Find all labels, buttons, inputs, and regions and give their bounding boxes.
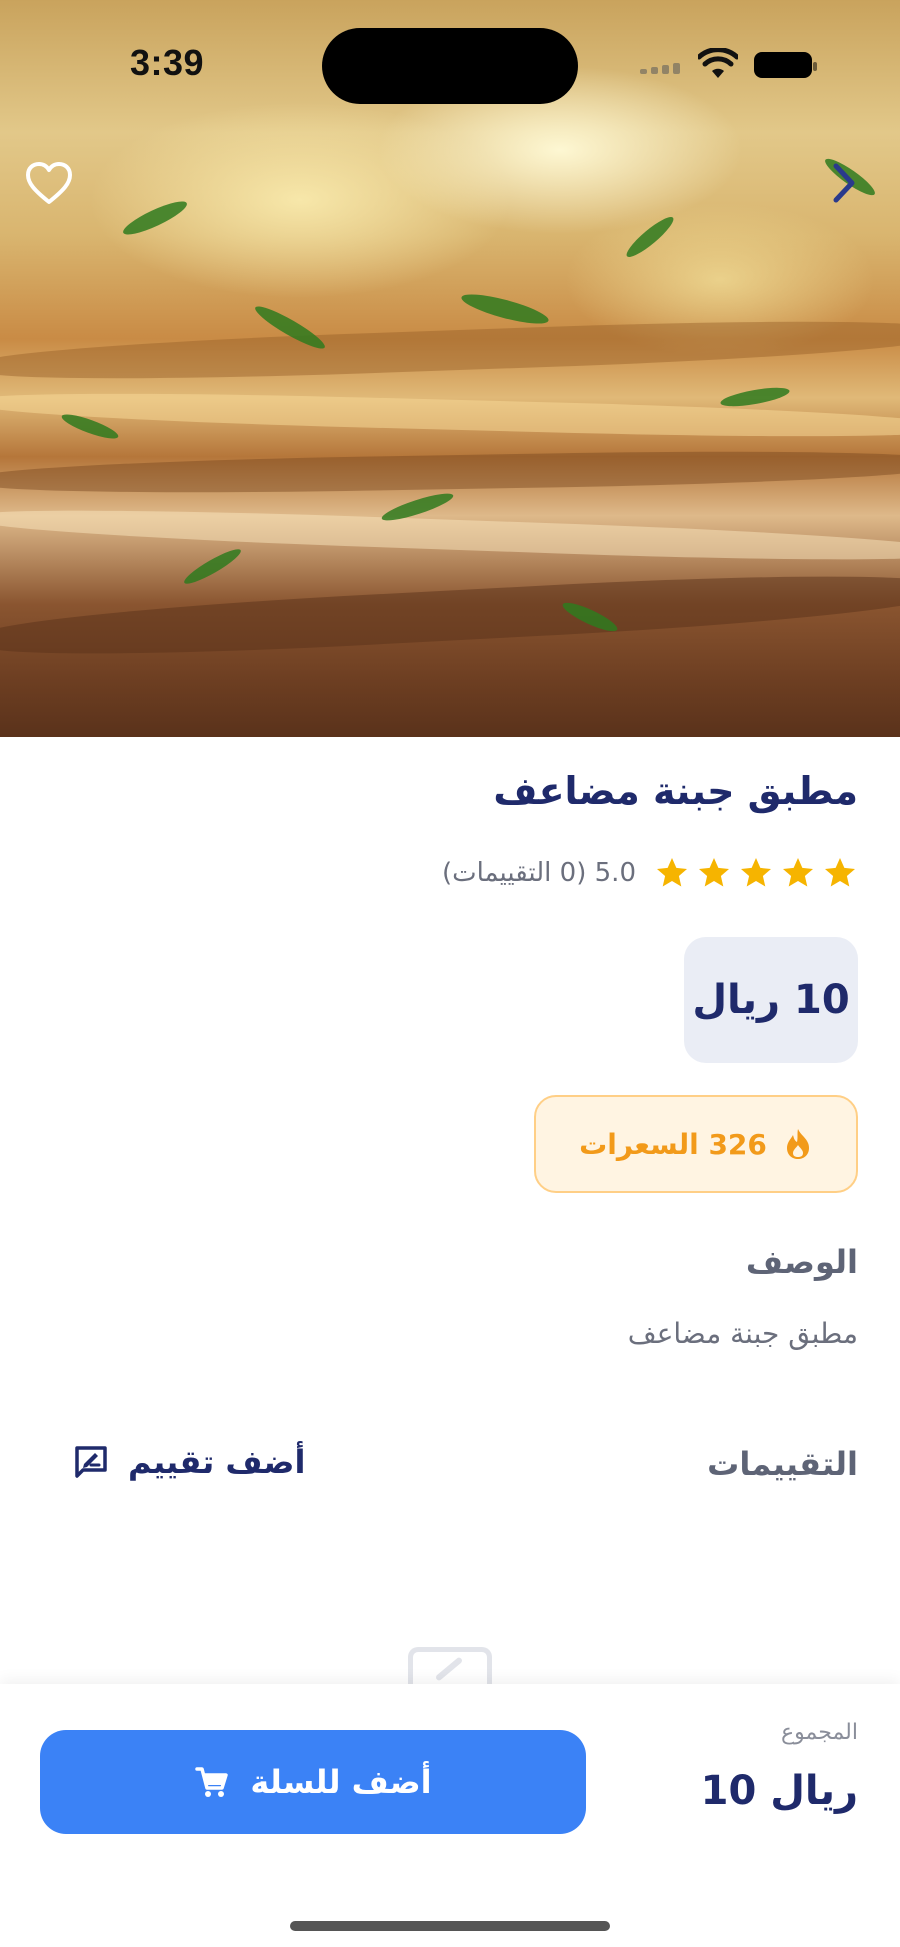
calories-text: 326 السعرات bbox=[579, 1127, 767, 1161]
rate-review-icon bbox=[75, 1446, 107, 1478]
star-icon bbox=[741, 858, 771, 887]
star-icon bbox=[783, 858, 813, 887]
total-value: 10 ريال bbox=[700, 1768, 858, 1814]
home-indicator[interactable] bbox=[290, 1921, 610, 1931]
calories-badge: 326 السعرات bbox=[534, 1095, 858, 1193]
image-herb bbox=[719, 384, 791, 410]
star-icon bbox=[825, 858, 855, 887]
add-to-cart-button[interactable]: أضف للسلة bbox=[40, 1730, 586, 1834]
image-layer bbox=[0, 313, 900, 387]
image-layer bbox=[0, 446, 900, 498]
image-herb bbox=[119, 195, 191, 241]
product-hero-image bbox=[0, 0, 900, 737]
price-badge: 10 ريال bbox=[684, 937, 858, 1063]
wifi-icon bbox=[698, 48, 738, 78]
product-title: مطبق جبنة مضاعف bbox=[493, 769, 858, 813]
star-icon bbox=[657, 858, 687, 887]
favorite-heart-icon[interactable] bbox=[24, 160, 74, 206]
image-layer bbox=[0, 503, 900, 567]
image-herb bbox=[622, 212, 678, 262]
description-heading: الوصف bbox=[745, 1243, 858, 1281]
image-herb bbox=[459, 288, 551, 330]
back-chevron-icon[interactable] bbox=[826, 160, 862, 206]
reviews-heading: التقييمات bbox=[707, 1445, 858, 1483]
add-to-cart-label: أضف للسلة bbox=[250, 1763, 432, 1801]
dynamic-island bbox=[322, 28, 578, 104]
image-layer bbox=[0, 564, 900, 666]
battery-icon bbox=[754, 52, 817, 78]
description-text: مطبق جبنة مضاعف bbox=[627, 1317, 858, 1350]
status-time: 3:39 bbox=[130, 42, 205, 83]
price-value: 10 ريال bbox=[692, 977, 850, 1023]
star-icon bbox=[699, 858, 729, 887]
rating-stars bbox=[654, 855, 858, 891]
cart-icon bbox=[195, 1767, 229, 1797]
cellular-signal-icon bbox=[640, 60, 684, 74]
add-review-button[interactable]: أضف تقييم bbox=[72, 1443, 305, 1481]
rating-summary: 5.0 (0 التقييمات) bbox=[441, 858, 636, 888]
total-label: المجموع bbox=[781, 1720, 858, 1745]
checkout-bar: المجموع 10 ريال أضف للسلة bbox=[0, 1684, 900, 1947]
image-herb bbox=[181, 544, 244, 589]
add-review-label: أضف تقييم bbox=[128, 1443, 306, 1481]
flame-icon bbox=[786, 1129, 809, 1159]
rating-row: 5.0 (0 التقييمات) bbox=[442, 855, 858, 891]
